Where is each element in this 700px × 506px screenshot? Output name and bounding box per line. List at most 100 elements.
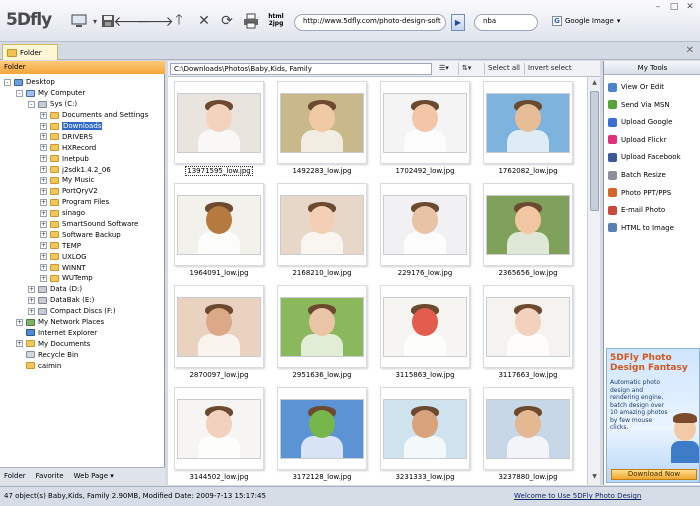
tree-item[interactable]: + SmartSound Software xyxy=(0,219,165,230)
tree-item[interactable]: + Documents and Settings xyxy=(0,110,165,121)
thumbnail-item[interactable]: 2168210_low.jpg xyxy=(277,183,367,280)
expand-icon[interactable]: + xyxy=(40,220,47,228)
thumbnail-frame[interactable] xyxy=(380,183,470,266)
tree-item[interactable]: + j2sdk1.4.2_06 xyxy=(0,164,165,175)
tree-item[interactable]: - Desktop xyxy=(0,77,165,88)
collapse-icon[interactable]: - xyxy=(4,78,11,86)
left-tab-favorite[interactable]: Favorite xyxy=(36,472,64,481)
thumbnail-item[interactable]: 2870097_low.jpg xyxy=(174,285,264,382)
thumbnail-item[interactable]: 3117663_low.jpg xyxy=(483,285,573,382)
tree-item[interactable]: + Software Backup xyxy=(0,229,165,240)
print-icon[interactable] xyxy=(242,12,260,30)
tree-item[interactable]: + Data (D:) xyxy=(0,284,165,295)
expand-icon[interactable]: + xyxy=(40,122,47,130)
tree-item[interactable]: + sinago xyxy=(0,208,165,219)
refresh-icon[interactable]: ⟳ xyxy=(218,12,236,30)
invert-select-button[interactable]: Invert select xyxy=(524,63,575,75)
go-button[interactable]: ▶ xyxy=(451,14,465,31)
tree-item[interactable]: + Program Files xyxy=(0,197,165,208)
tree-item[interactable]: + Inetpub xyxy=(0,153,165,164)
tool-item[interactable]: Upload Google xyxy=(606,115,698,129)
thumbnail-frame[interactable] xyxy=(483,81,573,164)
tree-item[interactable]: + HXRecord xyxy=(0,142,165,153)
tree-item[interactable]: + Compact Discs (F:) xyxy=(0,306,165,317)
path-input[interactable]: C:\Downloads\Photos\Baby,Kids, Family xyxy=(170,63,432,75)
thumbnail-frame[interactable] xyxy=(174,387,264,470)
expand-icon[interactable]: + xyxy=(40,253,47,261)
search-engine-selector[interactable]: G Google Image ▾ xyxy=(552,16,620,26)
tree-item[interactable]: Recycle Bin xyxy=(0,349,165,360)
tool-item[interactable]: Upload Flickr xyxy=(606,133,698,147)
expand-icon[interactable]: + xyxy=(40,274,47,282)
url-input[interactable]: http://www.5dfly.com/photo-design-soft xyxy=(294,14,446,31)
thumbnail-frame[interactable] xyxy=(174,81,264,164)
scroll-down-icon[interactable]: ▼ xyxy=(590,473,599,482)
tree-item[interactable]: + My Documents xyxy=(0,338,165,349)
tool-item[interactable]: E-mail Photo xyxy=(606,203,698,217)
left-tab-web-page[interactable]: Web Page ▾ xyxy=(74,472,114,481)
sort-icon[interactable]: ⇅▾ xyxy=(458,63,474,75)
tree-item[interactable]: + PortQryV2 xyxy=(0,186,165,197)
close-icon[interactable]: ✕ xyxy=(684,2,696,13)
tree-item[interactable]: + Downloads xyxy=(0,121,165,132)
tree-item[interactable]: - Sys (C:) xyxy=(0,99,165,110)
welcome-link[interactable]: Welcome to Use 5DFly Photo Design xyxy=(514,492,641,500)
expand-icon[interactable]: + xyxy=(40,242,47,250)
expand-icon[interactable]: + xyxy=(40,187,47,195)
thumbnail-frame[interactable] xyxy=(483,285,573,368)
tool-item[interactable]: Send Via MSN xyxy=(606,98,698,112)
tree-item[interactable]: + WUTemp xyxy=(0,273,165,284)
search-input[interactable]: nba xyxy=(474,14,538,31)
expand-icon[interactable]: + xyxy=(16,318,23,326)
tool-item[interactable]: Upload Facebook xyxy=(606,150,698,164)
tool-item[interactable]: View Or Edit xyxy=(606,80,698,94)
expand-icon[interactable]: + xyxy=(40,133,47,141)
forward-arrow-icon[interactable]: 🡒 xyxy=(136,12,174,30)
tree-item[interactable]: + UXLOG xyxy=(0,251,165,262)
left-tab-folder[interactable]: Folder xyxy=(4,472,26,481)
thumbnail-item[interactable]: 229176_low.jpg xyxy=(380,183,470,280)
tree-item[interactable]: + DataBak (E:) xyxy=(0,295,165,306)
expand-icon[interactable]: + xyxy=(28,296,35,304)
tool-item[interactable]: HTML to Image xyxy=(606,221,698,235)
thumbnail-item[interactable]: 3237880_low.jpg xyxy=(483,387,573,484)
thumbnail-frame[interactable] xyxy=(174,285,264,368)
expand-icon[interactable]: + xyxy=(28,307,35,315)
html-to-jpg-button[interactable]: html 2jpg xyxy=(266,13,286,27)
thumbnail-frame[interactable] xyxy=(483,183,573,266)
expand-icon[interactable]: + xyxy=(40,209,47,217)
expand-icon[interactable]: + xyxy=(40,155,47,163)
tool-item[interactable]: Batch Resize xyxy=(606,168,698,182)
tool-item[interactable]: Photo PPT/PPS xyxy=(606,186,698,200)
tree-item[interactable]: caimin xyxy=(0,360,165,371)
expand-icon[interactable]: + xyxy=(16,340,23,348)
tree-item[interactable]: Internet Explorer xyxy=(0,327,165,338)
delete-icon[interactable]: ✕ xyxy=(195,12,213,30)
expand-icon[interactable]: + xyxy=(40,111,47,119)
tree-item[interactable]: + WINNT xyxy=(0,262,165,273)
expand-icon[interactable]: + xyxy=(28,285,35,293)
vertical-scrollbar[interactable]: ▲ ▼ xyxy=(587,77,600,485)
scroll-up-icon[interactable]: ▲ xyxy=(590,79,599,88)
thumbnail-item[interactable]: 3144502_low.jpg xyxy=(174,387,264,484)
close-tab-icon[interactable]: ✕ xyxy=(686,45,694,56)
thumbnail-frame[interactable] xyxy=(277,285,367,368)
tree-item[interactable]: - My Computer xyxy=(0,88,165,99)
view-mode-icon[interactable]: ☰▾ xyxy=(436,63,452,75)
thumbnail-item[interactable]: 13971595_low.jpg xyxy=(174,81,264,178)
expand-icon[interactable]: + xyxy=(40,144,47,152)
thumbnail-item[interactable]: 1702492_low.jpg xyxy=(380,81,470,178)
expand-icon[interactable]: + xyxy=(40,264,47,272)
tree-item[interactable]: + My Network Places xyxy=(0,317,165,328)
tree-item[interactable]: + TEMP xyxy=(0,240,165,251)
select-all-button[interactable]: Select all xyxy=(484,63,523,75)
thumbnail-frame[interactable] xyxy=(277,81,367,164)
thumbnail-item[interactable]: 1964091_low.jpg xyxy=(174,183,264,280)
expand-icon[interactable]: + xyxy=(40,231,47,239)
maximize-icon[interactable]: □ xyxy=(668,2,680,13)
collapse-icon[interactable]: - xyxy=(16,89,23,97)
thumbnail-frame[interactable] xyxy=(483,387,573,470)
tree-item[interactable]: + DRIVERS xyxy=(0,131,165,142)
thumbnail-item[interactable]: 3172128_low.jpg xyxy=(277,387,367,484)
expand-icon[interactable]: + xyxy=(40,166,47,174)
